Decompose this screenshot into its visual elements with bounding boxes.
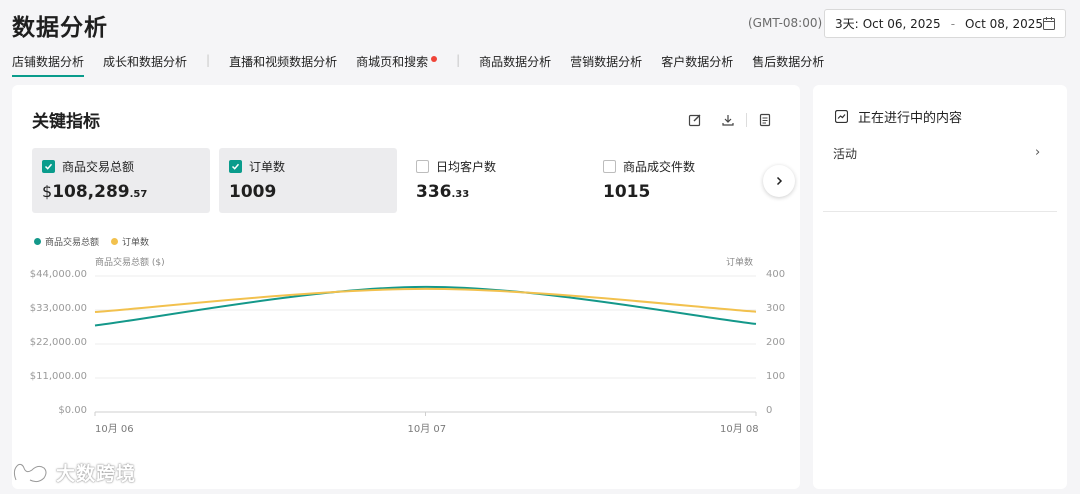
page-title: 数据分析 [12,15,108,41]
tab-customer-analysis[interactable]: 客户数据分析 [661,53,733,77]
date-range-separator: - [950,16,956,31]
in-progress-card: 正在进行中的内容 活动 › [813,85,1067,489]
watermark: 大数跨境 [10,459,136,486]
tab-mall-search[interactable]: 商城页和搜索 [356,53,438,77]
tab-live-video-analysis[interactable]: 直播和视频数据分析 [229,53,337,77]
x-tick-label: 10月 08 [720,424,759,435]
notification-dot [431,56,438,62]
calendar-icon [1043,17,1055,30]
y-tick-right: 100 [766,371,786,382]
y-tick-right: 0 [766,405,773,416]
tab-divider: | [456,53,461,67]
y-tick-left: $33,000.00 [29,303,87,314]
tab-product-analysis[interactable]: 商品数据分析 [479,53,551,77]
date-range-end: Oct 08, 2025 [965,16,1044,31]
tab-growth-analysis[interactable]: 成长和数据分析 [103,53,187,77]
date-range-prefix: 3天: [835,17,859,31]
x-tick-label: 10月 07 [407,424,447,435]
trend-chart-icon [835,110,848,123]
date-range-picker[interactable]: 3天: Oct 06, 2025 - Oct 08, 2025 [824,9,1066,38]
tab-divider: | [206,53,211,67]
series-line-0 [94,285,757,327]
y-tick-right: 300 [766,303,786,314]
tab-marketing-analysis[interactable]: 营销数据分析 [570,53,642,77]
y-tick-left: $11,000.00 [29,371,87,382]
watermark-logo-icon [12,462,48,483]
y-tick-right: 200 [766,337,786,348]
y-tick-left: $44,000.00 [29,269,87,280]
analysis-tabs: 店铺数据分析 成长和数据分析 | 直播和视频数据分析 商城页和搜索 | 商品数据… [12,53,843,77]
date-range-start: Oct 06, 2025 [862,16,941,31]
chevron-right-icon[interactable]: › [1035,145,1040,160]
y-tick-left: $0.00 [58,405,87,416]
y-tick-left: $22,000.00 [29,337,87,348]
activity-item[interactable]: 活动 [833,145,857,162]
y-tick-right: 400 [766,269,786,280]
in-progress-title: 正在进行中的内容 [858,111,963,126]
x-tick-label: 10月 06 [95,424,134,435]
tab-store-analysis[interactable]: 店铺数据分析 [12,53,85,77]
timezone-label: (GMT-08:00) [748,16,823,30]
divider [823,211,1057,212]
key-metrics-card: 关键指标 商品交易总额 $108,289.57 订单数 1009 日均客户数 3… [12,85,800,489]
tab-aftersales-analysis[interactable]: 售后数据分析 [752,53,824,77]
